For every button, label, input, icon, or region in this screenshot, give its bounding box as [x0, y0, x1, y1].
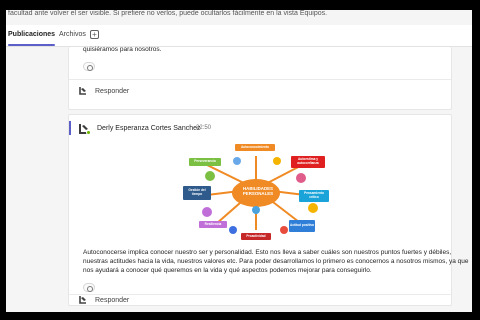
top-banner-text: facultad ante volver el ser visible. Si …: [8, 10, 328, 17]
tab-publicaciones-label: Publicaciones: [8, 31, 56, 38]
post-text-line-2: nuestras actitudes hacia la vida, nuestr…: [83, 258, 469, 265]
tab-archivos-label: Archivos: [59, 31, 86, 38]
reply-label: Responder: [95, 297, 130, 304]
add-tab-icon[interactable]: +: [90, 30, 99, 39]
box-autoconocimiento: Autoconocimiento: [235, 144, 275, 151]
post-text-tail: quisiéramos para nosotros.: [83, 46, 162, 53]
diagram-center-label: HABILIDADES PERSONALES: [242, 186, 274, 196]
reply-divider: [69, 294, 451, 295]
post-text-line-1: Autoconocerse implica conocer nuestro se…: [83, 249, 452, 256]
active-tab-indicator: [8, 44, 56, 46]
presence-badge: [86, 130, 91, 135]
teams-channel-window: facultad ante volver el ser visible. Si …: [6, 10, 472, 312]
box-actitud: Actitud positiva: [289, 220, 315, 232]
habilidades-personales-image[interactable]: Autoconocimiento Perseverancia Autoestim…: [181, 142, 331, 242]
reply-icon: [79, 87, 86, 95]
box-perseverancia: Perseverancia: [189, 158, 221, 166]
box-autoestima: Autoestima y autoconfianza: [291, 156, 325, 168]
box-resiliencia: Resiliencia: [199, 221, 227, 228]
reaction-icon[interactable]: [83, 283, 95, 292]
tab-archivos[interactable]: Archivos: [59, 29, 86, 41]
reply-icon: [79, 296, 86, 304]
channel-tab-bar: Publicaciones Archivos +: [6, 25, 472, 47]
tab-publicaciones[interactable]: Publicaciones: [8, 29, 56, 46]
post-card-previous: quisiéramos para nosotros. Responder: [68, 46, 452, 110]
post-author[interactable]: Derly Esperanza Cortes Sanchez: [97, 124, 201, 133]
box-proactividad: Proactividad: [241, 233, 271, 240]
box-pensamiento: Pensamiento crítico: [299, 190, 329, 202]
unread-accent-bar: [69, 121, 71, 135]
reply-label: Responder: [95, 88, 130, 95]
reaction-icon[interactable]: [83, 62, 95, 71]
reply-divider: [69, 79, 451, 80]
post-card: Derly Esperanza Cortes Sanchez 22:50 Aut…: [68, 114, 469, 306]
post-timestamp: 22:50: [196, 125, 212, 131]
post-text-line-3: nos ayudará a conocer qué queremos en la…: [83, 267, 372, 274]
box-gestion: Gestión del tiempo: [183, 186, 211, 200]
